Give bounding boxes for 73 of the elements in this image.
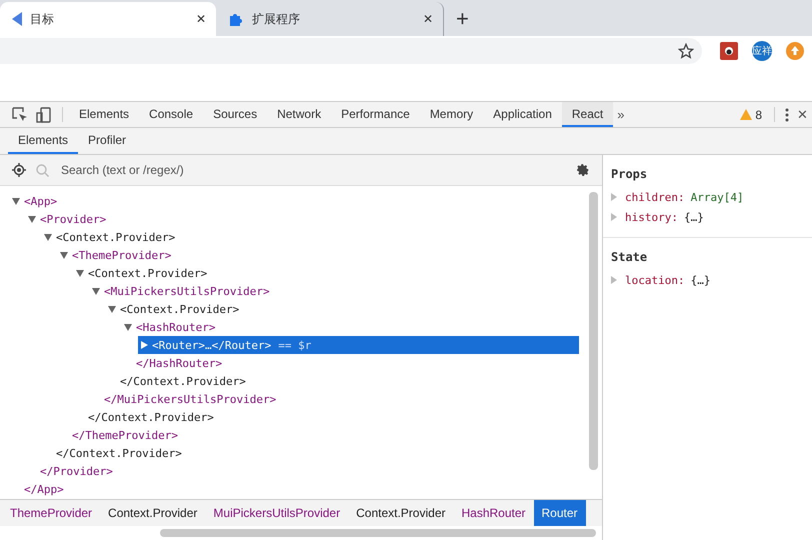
component-tree-row[interactable]: <Provider> <box>26 210 106 228</box>
closing-tag: </App> <box>22 480 64 498</box>
closing-tag: </Context.Provider> <box>86 408 214 426</box>
devtools-tab[interactable]: Application <box>483 102 562 127</box>
component-tree-row[interactable]: <MuiPickersUtilsProvider> <box>90 282 270 300</box>
prop-name: history: <box>625 210 678 224</box>
devtools-tab[interactable]: Elements <box>69 102 140 127</box>
tab-favicon-icon <box>12 12 22 26</box>
closing-tag: </Provider> <box>38 462 113 480</box>
prop-value: {…} <box>690 274 710 286</box>
section-title: Props <box>611 167 648 181</box>
breadcrumb[interactable]: HashRouter <box>453 500 534 526</box>
devtools-tab[interactable]: React <box>562 102 614 127</box>
expanded-arrow-icon[interactable] <box>44 233 52 241</box>
more-tabs-button[interactable]: » <box>613 102 628 127</box>
expanded-arrow-icon[interactable] <box>108 305 116 313</box>
browser-tab[interactable]: 目标 ✕ <box>0 2 216 36</box>
close-tab-button[interactable]: ✕ <box>423 12 433 26</box>
prop-name: children: <box>625 190 685 204</box>
breadcrumb[interactable]: MuiPickersUtilsProvider <box>205 500 348 526</box>
breadcrumb[interactable]: ThemeProvider <box>2 500 100 526</box>
search-icon <box>36 164 49 176</box>
extension-icon[interactable] <box>720 42 738 60</box>
warning-count[interactable]: 8 <box>734 102 768 127</box>
settings-icon[interactable] <box>576 163 590 177</box>
expanded-arrow-icon[interactable] <box>124 323 132 331</box>
warning-icon <box>740 109 752 120</box>
warning-number: 8 <box>755 108 762 122</box>
closing-tag: </Context.Provider> <box>118 372 246 390</box>
devtools-tab[interactable]: Network <box>267 102 332 127</box>
profile-avatar[interactable]: 应祥 <box>752 41 772 61</box>
target-icon[interactable] <box>12 163 26 177</box>
section-title: State <box>611 250 648 264</box>
browser-tab[interactable]: 扩展程序 ✕ <box>216 2 444 36</box>
expanded-arrow-icon[interactable] <box>28 215 36 223</box>
component-tree-row[interactable]: <Context.Provider> <box>42 228 176 246</box>
closing-tag: </ThemeProvider> <box>70 426 178 444</box>
devtools-tab[interactable]: Memory <box>420 102 484 127</box>
component-tree-row[interactable]: <Router>…</Router> == $r <box>138 336 579 354</box>
puzzle-icon <box>228 11 244 27</box>
closing-tag: </Context.Provider> <box>54 444 182 462</box>
breadcrumb[interactable]: Context.Provider <box>100 500 206 526</box>
prop-value: {…} <box>684 210 704 224</box>
star-icon[interactable] <box>678 43 694 59</box>
tab-title: 扩展程序 <box>252 10 301 28</box>
expanded-arrow-icon[interactable] <box>76 269 84 277</box>
close-tab-button[interactable]: ✕ <box>196 12 206 26</box>
collapsed-arrow-icon[interactable] <box>140 341 148 349</box>
closing-tag: </HashRouter> <box>134 354 222 372</box>
search-bar[interactable]: Search (text or /regex/) <box>0 155 602 186</box>
component-tree-row[interactable]: <App> <box>10 192 58 210</box>
expanded-arrow-icon[interactable] <box>12 197 20 205</box>
prop-value: Array[4] <box>690 190 744 204</box>
breadcrumb[interactable]: Context.Provider <box>348 500 454 526</box>
close-button[interactable]: ✕ <box>793 102 812 127</box>
prop-name: location: <box>625 274 685 286</box>
breadcrumb[interactable]: Router <box>534 500 586 526</box>
panel-tab[interactable]: Profiler <box>78 128 136 154</box>
horizontal-scrollbar[interactable] <box>160 529 596 537</box>
new-tab-button[interactable]: + <box>456 6 469 32</box>
closing-tag: </MuiPickersUtilsProvider> <box>102 390 276 408</box>
devtools-tab[interactable]: Performance <box>331 102 420 127</box>
search-field[interactable]: Search (text or /regex/) <box>59 162 566 178</box>
component-tree-row[interactable]: <ThemeProvider> <box>58 246 172 264</box>
component-tree-row[interactable]: <Context.Provider> <box>74 264 208 282</box>
devtools-tab[interactable]: Console <box>139 102 204 127</box>
component-tree-row[interactable]: <HashRouter> <box>122 318 216 336</box>
tab-title: 目标 <box>30 10 55 28</box>
expanded-arrow-icon[interactable] <box>60 251 68 259</box>
expanded-arrow-icon[interactable] <box>92 287 100 295</box>
vertical-scrollbar[interactable] <box>589 192 598 470</box>
component-tree-row[interactable]: <Context.Provider> <box>106 300 240 318</box>
devtools-tab[interactable]: Sources <box>203 102 268 127</box>
